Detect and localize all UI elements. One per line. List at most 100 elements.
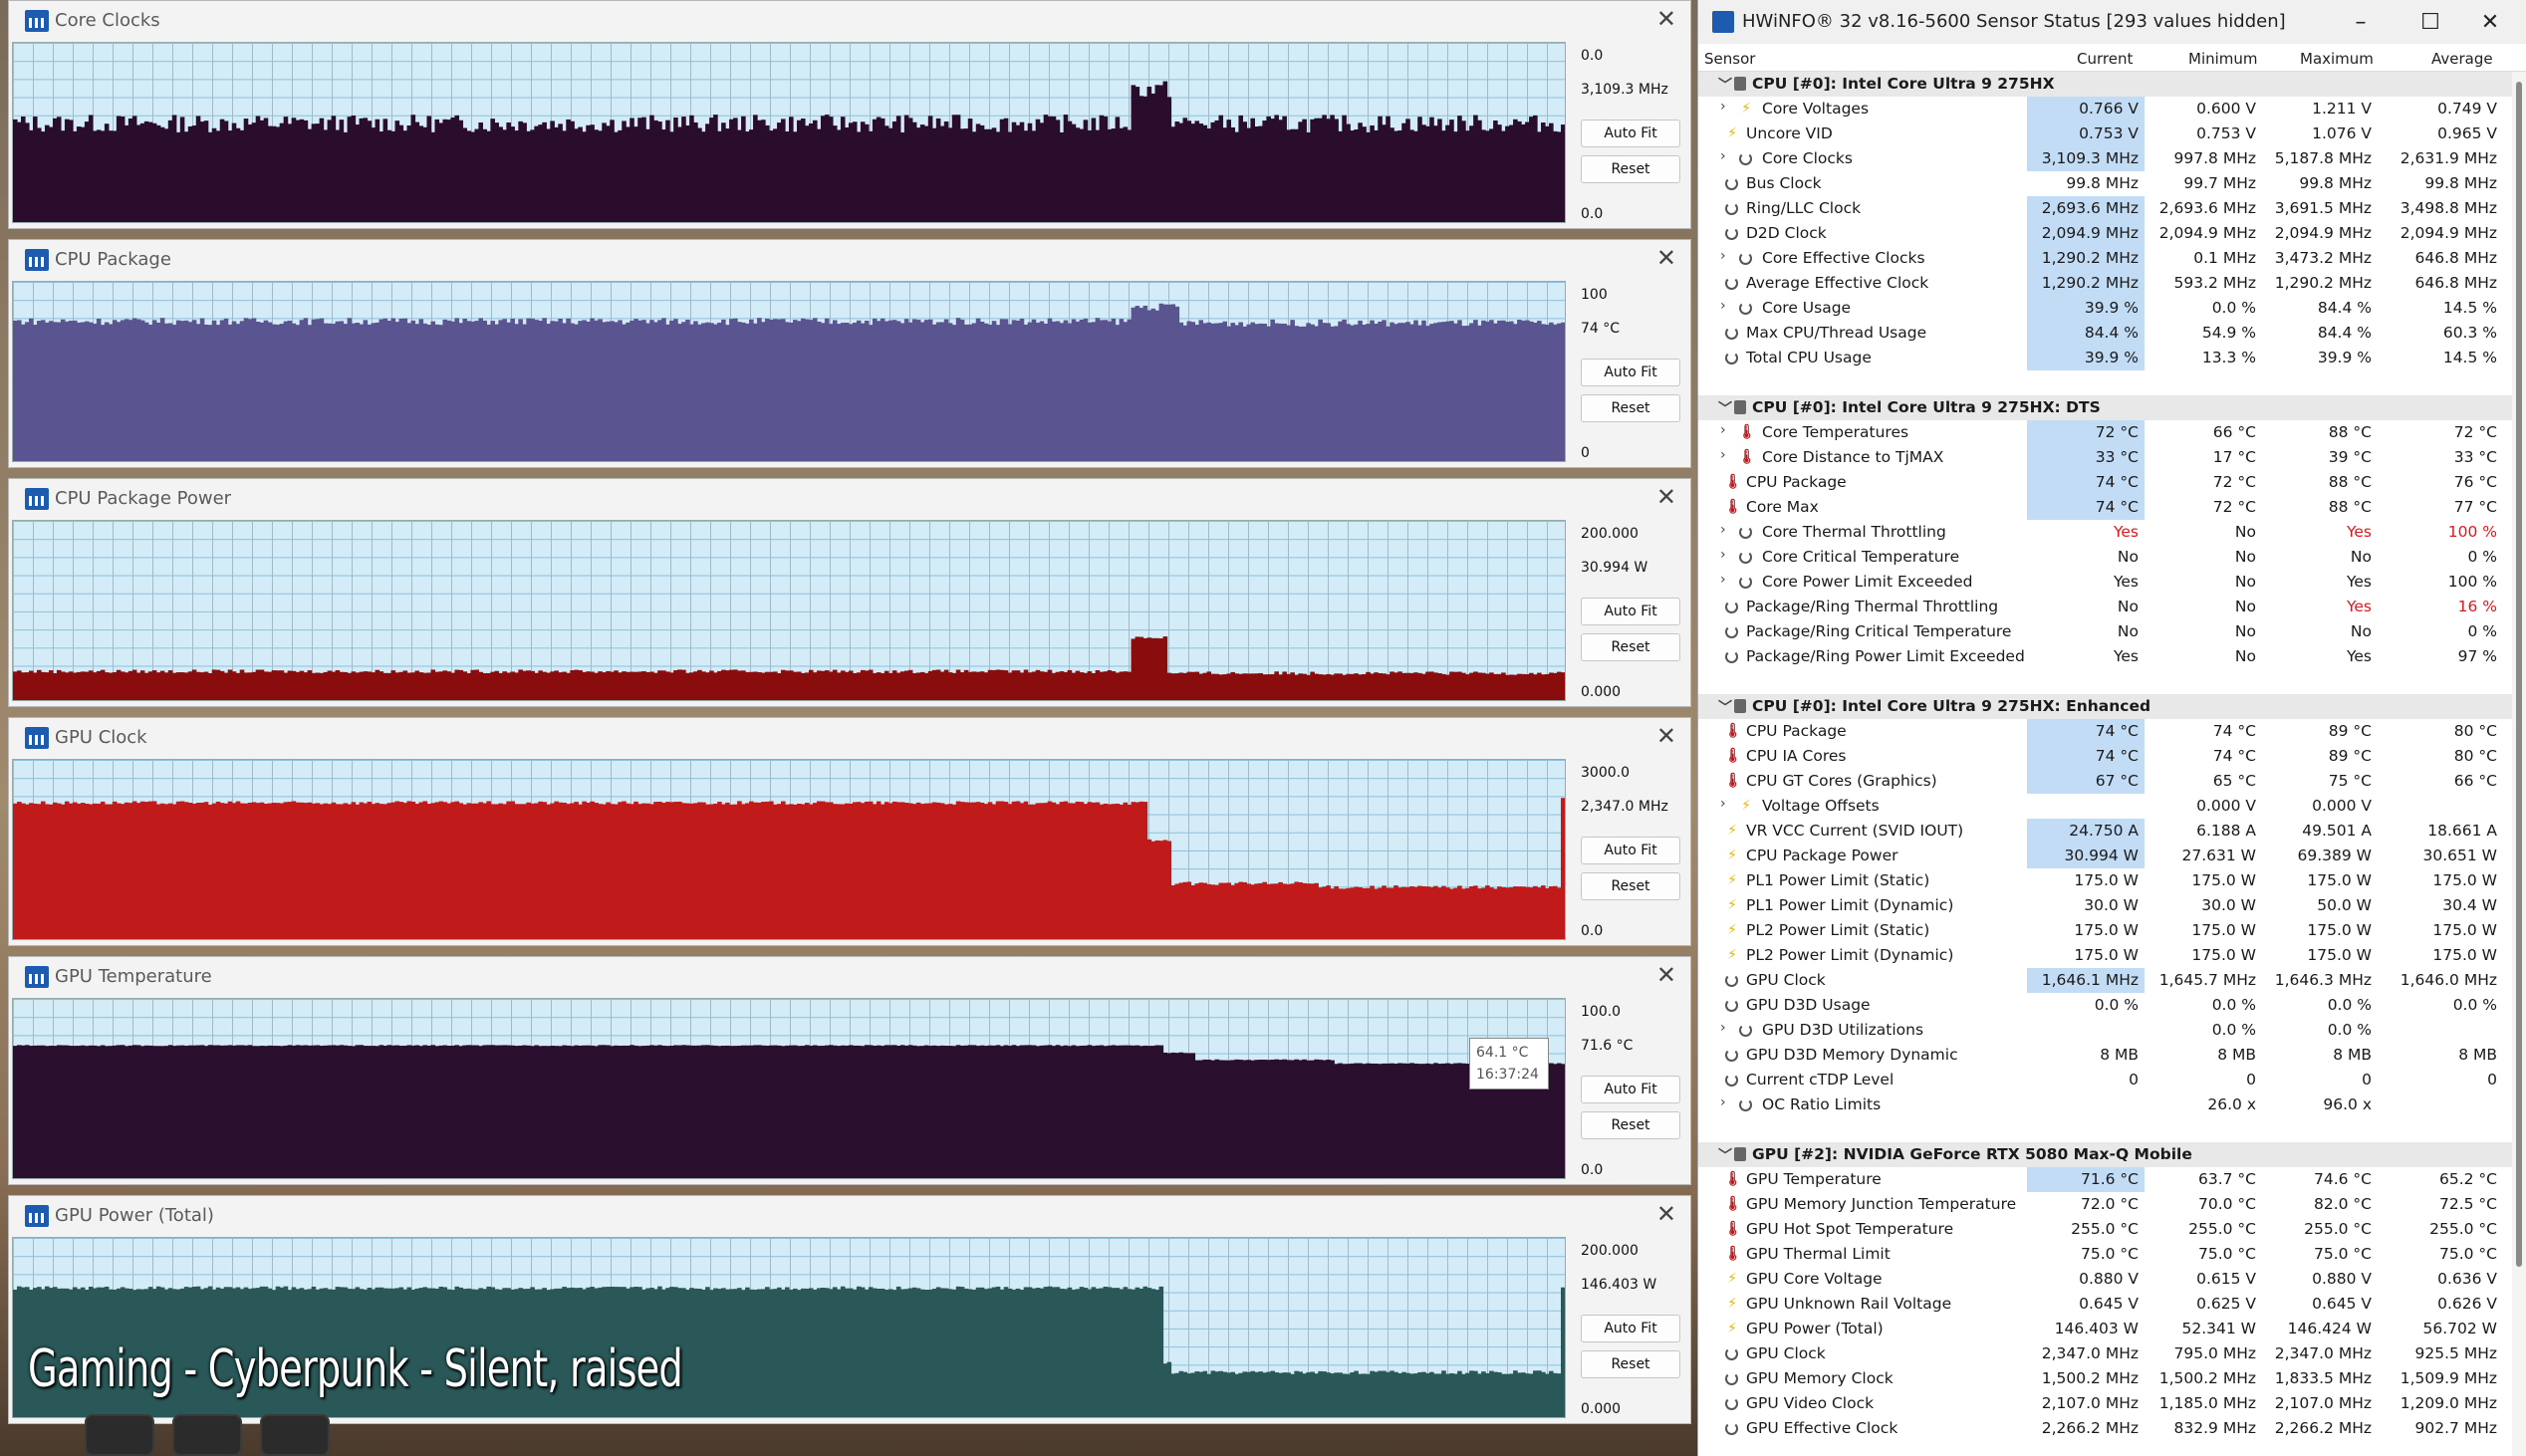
sensor-row[interactable]: › OC Ratio Limits 26.0 x 96.0 x bbox=[1698, 1092, 2526, 1117]
sensor-row[interactable]: GPU Clock 1,646.1 MHz 1,645.7 MHz 1,646.3 M… bbox=[1698, 968, 2526, 993]
minimize-icon[interactable]: – bbox=[2336, 6, 2386, 38]
sensor-group-row[interactable]: ﹀ CPU [#0]: Intel Core Ultra 9 275HX bbox=[1698, 72, 2526, 97]
chevron-down-icon[interactable]: ﹀ bbox=[1718, 1145, 1732, 1165]
chevron-down-icon[interactable]: ﹀ bbox=[1718, 75, 1732, 95]
header-minimum[interactable]: Minimum bbox=[2188, 50, 2258, 68]
reset-button[interactable]: Reset bbox=[1581, 394, 1680, 422]
reset-button[interactable]: Reset bbox=[1581, 633, 1680, 661]
reset-button[interactable]: Reset bbox=[1581, 155, 1680, 183]
sensor-row[interactable]: › GPU D3D Utilizations 0.0 % 0.0 % bbox=[1698, 1018, 2526, 1043]
auto-fit-button[interactable]: Auto Fit bbox=[1581, 598, 1680, 625]
sensor-row[interactable]: Average Effective Clock 1,290.2 MHz 593.2 … bbox=[1698, 271, 2526, 296]
close-icon[interactable]: ✕ bbox=[1656, 5, 1676, 33]
sensor-row[interactable]: › ⚡ Voltage Offsets 0.000 V 0.000 V bbox=[1698, 794, 2526, 819]
sensor-row[interactable]: › Core Effective Clocks 1,290.2 MHz 0.1 MHz… bbox=[1698, 246, 2526, 271]
chevron-right-icon[interactable]: › bbox=[1720, 248, 1726, 264]
auto-fit-button[interactable]: Auto Fit bbox=[1581, 837, 1680, 864]
sensor-group-row[interactable]: ﹀ CPU [#0]: Intel Core Ultra 9 275HX: Enh… bbox=[1698, 694, 2526, 719]
header-current[interactable]: Current bbox=[2077, 50, 2133, 68]
sensor-row[interactable]: GPU Effective Clock 2,266.2 MHz 832.9 MHz 2… bbox=[1698, 1416, 2526, 1441]
auto-fit-button[interactable]: Auto Fit bbox=[1581, 1076, 1680, 1103]
sensor-row[interactable]: › 🌡 Core Temperatures 72 °C 66 °C 88 °C 72 °C bbox=[1698, 420, 2526, 445]
sensor-row[interactable]: Ring/LLC Clock 2,693.6 MHz 2,693.6 MHz 3,69… bbox=[1698, 196, 2526, 221]
sensor-row[interactable]: Bus Clock 99.8 MHz 99.7 MHz 99.8 MHz 99.8 MH… bbox=[1698, 171, 2526, 196]
sensor-row[interactable]: ⚡ GPU Core Voltage 0.880 V 0.615 V 0.880 V 0.… bbox=[1698, 1267, 2526, 1292]
close-icon[interactable]: ✕ bbox=[1656, 483, 1676, 511]
chevron-right-icon[interactable]: › bbox=[1720, 422, 1726, 438]
sensor-row[interactable]: › ⚡ Core Voltages 0.766 V 0.600 V 1.211 V 0.74… bbox=[1698, 97, 2526, 121]
reset-button[interactable]: Reset bbox=[1581, 1350, 1680, 1378]
header-sensor[interactable]: Sensor bbox=[1704, 50, 1755, 68]
sensor-row[interactable]: › Core Thermal Throttling Yes No Yes 100 % bbox=[1698, 520, 2526, 545]
maximize-icon[interactable]: ☐ bbox=[2405, 6, 2455, 38]
chevron-right-icon[interactable]: › bbox=[1720, 572, 1726, 588]
chevron-right-icon[interactable]: › bbox=[1720, 547, 1726, 563]
app-icon[interactable] bbox=[85, 1414, 154, 1456]
bar-mark bbox=[20, 324, 26, 461]
sensor-row[interactable]: Total CPU Usage 39.9 % 13.3 % 39.9 % 14.5 % bbox=[1698, 346, 2526, 370]
sensor-row[interactable]: GPU Video Clock 2,107.0 MHz 1,185.0 MHz 2,1… bbox=[1698, 1391, 2526, 1416]
close-icon[interactable]: ✕ bbox=[1656, 244, 1676, 272]
sensor-row[interactable]: ⚡ GPU Power (Total) 146.403 W 52.341 W 146.4… bbox=[1698, 1317, 2526, 1341]
sensor-row[interactable]: GPU Clock 2,347.0 MHz 795.0 MHz 2,347.0 MHz… bbox=[1698, 1341, 2526, 1366]
sensor-row[interactable]: › 🌡 Core Distance to TjMAX 33 °C 17 °C 39 °C 3… bbox=[1698, 445, 2526, 470]
chevron-down-icon[interactable]: ﹀ bbox=[1718, 398, 1732, 418]
app-icon[interactable] bbox=[172, 1414, 242, 1456]
close-icon[interactable]: ✕ bbox=[1656, 961, 1676, 989]
sensor-row[interactable]: ⚡ PL1 Power Limit (Dynamic) 30.0 W 30.0 W 50… bbox=[1698, 893, 2526, 918]
sensor-row[interactable]: Max CPU/Thread Usage 84.4 % 54.9 % 84.4 % 60… bbox=[1698, 321, 2526, 346]
chevron-right-icon[interactable]: › bbox=[1720, 522, 1726, 538]
reset-button[interactable]: Reset bbox=[1581, 872, 1680, 900]
chevron-down-icon[interactable]: ﹀ bbox=[1718, 697, 1732, 717]
sensor-row[interactable]: 🌡 CPU Package 74 °C 72 °C 88 °C 76 °C bbox=[1698, 470, 2526, 495]
sensor-row[interactable]: › Core Clocks 3,109.3 MHz 997.8 MHz 5,187.8 … bbox=[1698, 146, 2526, 171]
chevron-right-icon[interactable]: › bbox=[1720, 298, 1726, 314]
sensor-row[interactable]: ⚡ CPU Package Power 30.994 W 27.631 W 69.389… bbox=[1698, 844, 2526, 868]
sensor-row[interactable]: › Core Power Limit Exceeded Yes No Yes 100 % bbox=[1698, 570, 2526, 595]
sensor-row[interactable]: GPU D3D Memory Dynamic 8 MB 8 MB 8 MB 8 MB bbox=[1698, 1043, 2526, 1068]
sensor-row[interactable]: GPU Memory Clock 1,500.2 MHz 1,500.2 MHz 1,… bbox=[1698, 1366, 2526, 1391]
sensor-row[interactable]: ⚡ PL2 Power Limit (Static) 175.0 W 175.0 W1… bbox=[1698, 918, 2526, 943]
scrollbar-thumb[interactable] bbox=[2516, 82, 2522, 1267]
chevron-right-icon[interactable]: › bbox=[1720, 796, 1726, 812]
header-maximum[interactable]: Maximum bbox=[2300, 50, 2374, 68]
sensor-row[interactable]: 🌡 GPU Temperature 71.6 °C 63.7 °C 74.6 °C 65.… bbox=[1698, 1167, 2526, 1192]
chevron-right-icon[interactable]: › bbox=[1720, 1020, 1726, 1036]
sensor-row[interactable]: ⚡ GPU Unknown Rail Voltage 0.645 V 0.625 V0… bbox=[1698, 1292, 2526, 1317]
sensor-row[interactable]: Package/Ring Power Limit Exceeded Yes No Ye… bbox=[1698, 644, 2526, 669]
sensor-row[interactable]: 🌡 GPU Thermal Limit 75.0 °C 75.0 °C 75.0 °C 7… bbox=[1698, 1242, 2526, 1267]
auto-fit-button[interactable]: Auto Fit bbox=[1581, 359, 1680, 386]
sensor-row[interactable]: ⚡ PL2 Power Limit (Dynamic) 175.0 W 175.0 W… bbox=[1698, 943, 2526, 968]
scrollbar[interactable] bbox=[2512, 72, 2526, 1456]
sensor-row[interactable]: Package/Ring Critical Temperature No No No 0… bbox=[1698, 619, 2526, 644]
sensor-row[interactable]: 🌡 GPU Hot Spot Temperature 255.0 °C 255.0 °… bbox=[1698, 1217, 2526, 1242]
auto-fit-button[interactable]: Auto Fit bbox=[1581, 1315, 1680, 1342]
chevron-right-icon[interactable]: › bbox=[1720, 1094, 1726, 1110]
sensor-row[interactable]: 🌡 CPU GT Cores (Graphics) 67 °C 65 °C 75 °C 6… bbox=[1698, 769, 2526, 794]
sensor-row[interactable]: › Core Usage 39.9 % 0.0 % 84.4 % 14.5 % bbox=[1698, 296, 2526, 321]
sensor-row[interactable]: 🌡 GPU Memory Junction Temperature 72.0 °C 7… bbox=[1698, 1192, 2526, 1217]
sensor-group-row[interactable]: ﹀ CPU [#0]: Intel Core Ultra 9 275HX: DTS bbox=[1698, 395, 2526, 420]
close-icon[interactable]: ✕ bbox=[1656, 722, 1676, 750]
chevron-right-icon[interactable]: › bbox=[1720, 99, 1726, 115]
header-average[interactable]: Average bbox=[2431, 50, 2493, 68]
chevron-right-icon[interactable]: › bbox=[1720, 148, 1726, 164]
sensor-row[interactable]: ⚡ PL1 Power Limit (Static) 175.0 W 175.0 W1… bbox=[1698, 868, 2526, 893]
chevron-right-icon[interactable]: › bbox=[1720, 447, 1726, 463]
sensor-row[interactable]: › Core Critical Temperature No No No 0 % bbox=[1698, 545, 2526, 570]
sensor-row[interactable]: 🌡 Core Max 74 °C 72 °C 88 °C 77 °C bbox=[1698, 495, 2526, 520]
sensor-row[interactable]: ⚡ VR VCC Current (SVID IOUT) 24.750 A 6.188… bbox=[1698, 819, 2526, 844]
sensor-row[interactable]: 🌡 CPU IA Cores 74 °C 74 °C 89 °C 80 °C bbox=[1698, 744, 2526, 769]
reset-button[interactable]: Reset bbox=[1581, 1111, 1680, 1139]
sensor-group-row[interactable]: ﹀ GPU [#2]: NVIDIA GeForce RTX 5080 Max-Q… bbox=[1698, 1142, 2526, 1167]
sensor-row[interactable]: GPU D3D Usage 0.0 % 0.0 % 0.0 % 0.0 % bbox=[1698, 993, 2526, 1018]
sensor-row[interactable]: ⚡ Uncore VID 0.753 V 0.753 V 1.076 V 0.965 V bbox=[1698, 121, 2526, 146]
close-icon[interactable]: ✕ bbox=[1656, 1200, 1676, 1228]
sensor-row[interactable]: 🌡 CPU Package 74 °C 74 °C 89 °C 80 °C bbox=[1698, 719, 2526, 744]
auto-fit-button[interactable]: Auto Fit bbox=[1581, 120, 1680, 147]
sensor-row[interactable]: Current cTDP Level 0 0 0 0 bbox=[1698, 1068, 2526, 1092]
app-icon[interactable] bbox=[260, 1414, 330, 1456]
sensor-row[interactable]: Package/Ring Thermal Throttling No No Yes 16… bbox=[1698, 595, 2526, 619]
sensor-row[interactable]: D2D Clock 2,094.9 MHz 2,094.9 MHz 2,094.9 M… bbox=[1698, 221, 2526, 246]
close-icon[interactable]: ✕ bbox=[2465, 6, 2515, 38]
